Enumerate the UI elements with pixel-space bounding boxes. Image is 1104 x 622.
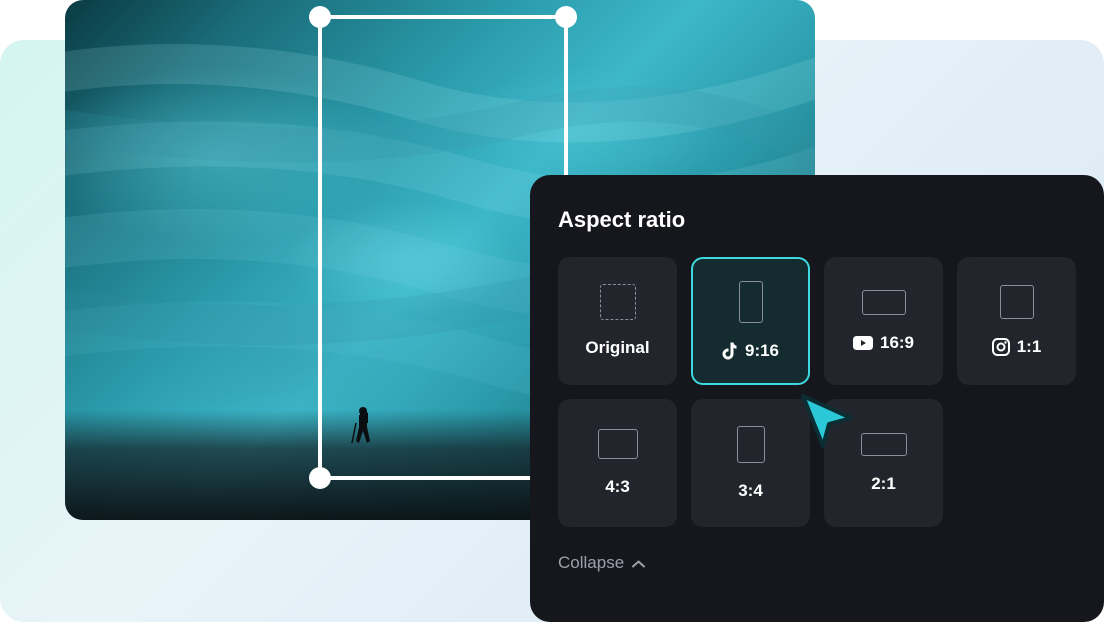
chevron-up-icon — [632, 553, 645, 573]
ratio-label-text: 2:1 — [871, 474, 896, 494]
ratio-shape-icon — [1000, 285, 1034, 319]
ratio-label-text: Original — [585, 338, 649, 358]
ratio-label-text: 1:1 — [1017, 337, 1042, 357]
ratio-label-text: 9:16 — [745, 341, 779, 361]
ratio-option-9-16[interactable]: 9:16 — [691, 257, 810, 385]
crop-handle-top-right[interactable] — [555, 6, 577, 28]
ratio-option-3-4[interactable]: 3:4 — [691, 399, 810, 527]
crop-handle-top-left[interactable] — [309, 6, 331, 28]
ratio-shape-icon — [737, 426, 765, 463]
panel-title: Aspect ratio — [558, 207, 1076, 233]
ratio-shape-icon — [861, 433, 907, 456]
ratio-option-4-3[interactable]: 4:3 — [558, 399, 677, 527]
crop-handle-bottom-left[interactable] — [309, 467, 331, 489]
ratio-label-text: 16:9 — [880, 333, 914, 353]
youtube-icon — [853, 336, 873, 350]
ratio-option-original[interactable]: Original — [558, 257, 677, 385]
ratio-label-text: 4:3 — [605, 477, 630, 497]
ratio-shape-icon — [600, 284, 636, 320]
collapse-label: Collapse — [558, 553, 624, 573]
collapse-button[interactable]: Collapse — [558, 553, 1076, 573]
ratio-shape-icon — [598, 429, 638, 459]
ratio-label-text: 3:4 — [738, 481, 763, 501]
instagram-icon — [992, 338, 1010, 356]
tiktok-icon — [722, 342, 738, 360]
ratio-option-16-9[interactable]: 16:9 — [824, 257, 943, 385]
cursor-icon — [795, 388, 861, 454]
ratio-shape-icon — [862, 290, 906, 315]
ratio-shape-icon — [739, 281, 763, 323]
ratio-option-1-1[interactable]: 1:1 — [957, 257, 1076, 385]
